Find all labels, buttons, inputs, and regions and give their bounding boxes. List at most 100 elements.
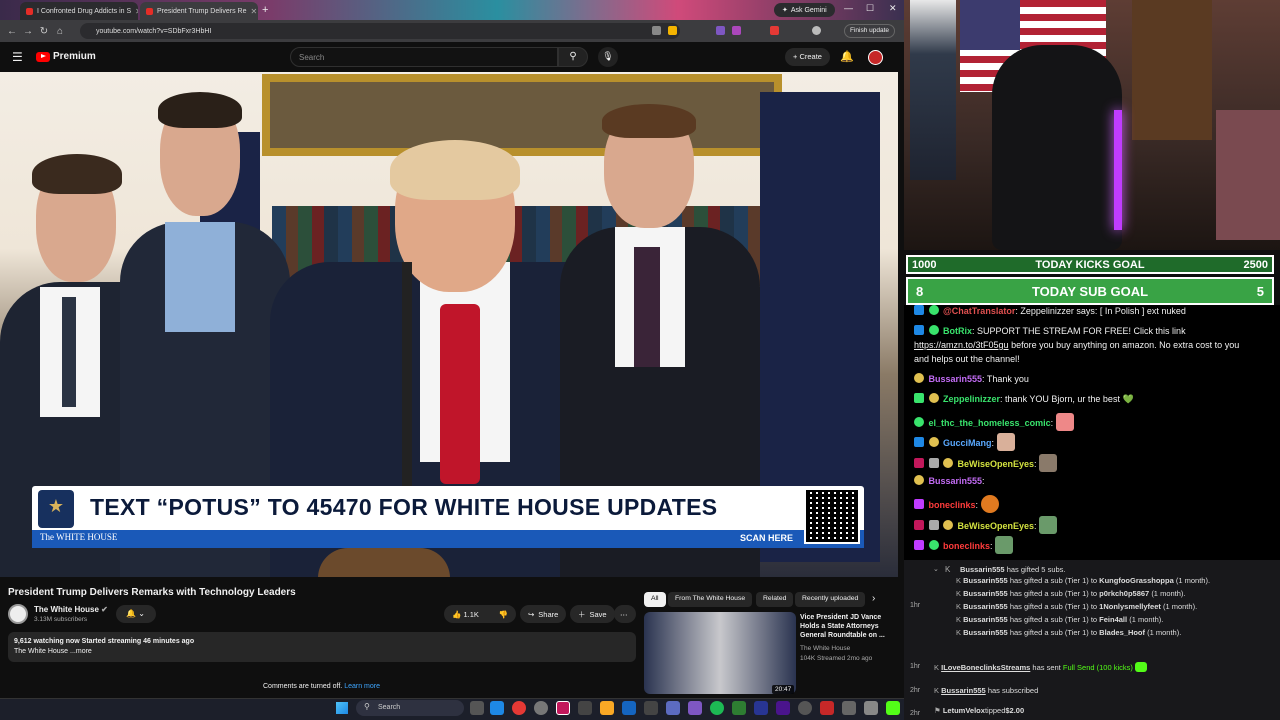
gift-event: K Bussarin555 has gifted a sub (Tier 1) … xyxy=(956,628,1182,637)
chip-recently-uploaded[interactable]: Recently uploaded xyxy=(795,592,865,607)
microphone-icon[interactable]: 🎙 xyxy=(598,47,618,67)
save-icon: ＋ xyxy=(578,609,586,619)
tab-president-trump[interactable]: President Trump Delivers Re ✕ xyxy=(140,2,258,20)
app-icon[interactable] xyxy=(688,701,702,715)
app-icon[interactable] xyxy=(578,701,592,715)
app-icon[interactable] xyxy=(644,701,658,715)
related-video-title[interactable]: Vice President JD Vance Holds a State At… xyxy=(800,613,895,640)
chat-username[interactable]: Bussarin555 xyxy=(929,374,983,384)
learn-more-link[interactable]: Learn more xyxy=(344,683,380,690)
related-video-thumbnail[interactable] xyxy=(644,612,796,694)
maps-icon[interactable] xyxy=(820,701,834,715)
like-button[interactable]: 👍 1.1K xyxy=(452,610,479,619)
finish-update-button[interactable]: Finish update xyxy=(844,24,896,38)
chat-username[interactable]: Bussarin555 xyxy=(929,476,983,486)
chat-username[interactable]: BotRix xyxy=(943,326,972,336)
tip-event: ⚑ LetumVeloxtipped$2.00 xyxy=(934,706,1025,715)
video-player[interactable]: ★ TEXT “POTUS” TO 45470 FOR WHITE HOUSE … xyxy=(0,72,898,577)
collapse-chevron-icon[interactable]: ⌄ xyxy=(933,565,939,573)
subscription-bell-button[interactable]: 🔔 ⌄ xyxy=(116,605,156,623)
url-field[interactable]: youtube.com/watch?v=SDbFxr3HbHI xyxy=(80,23,680,39)
close-window-icon[interactable]: ✕ xyxy=(889,3,897,14)
more-actions-icon[interactable]: ⋯ xyxy=(614,605,636,623)
couch xyxy=(1216,110,1280,240)
kick-k-icon: K xyxy=(956,576,962,585)
webcam-feed xyxy=(904,0,1280,250)
white-house-seal-icon: ★ xyxy=(38,490,74,528)
extension-icon[interactable] xyxy=(716,26,725,35)
home-icon[interactable]: ⌂ xyxy=(52,26,68,37)
description-box[interactable]: 9,612 watching now Started streaming 46 … xyxy=(8,632,636,662)
forward-icon[interactable]: → xyxy=(20,26,36,37)
app-icon[interactable] xyxy=(732,701,746,715)
reload-icon[interactable]: ↻ xyxy=(36,26,52,37)
windows-start-icon[interactable] xyxy=(336,702,348,714)
chat-message: Bussarin555: xyxy=(914,475,1274,488)
discord-icon[interactable] xyxy=(666,701,680,715)
file-explorer-icon[interactable] xyxy=(600,701,614,715)
minimize-icon[interactable]: — xyxy=(844,3,853,13)
kick-icon[interactable] xyxy=(886,701,900,715)
bookmark-star-icon[interactable] xyxy=(668,26,677,35)
ask-gemini-button[interactable]: ✦ Ask Gemini xyxy=(774,3,835,17)
chip-all[interactable]: All xyxy=(644,592,666,607)
app-icon[interactable] xyxy=(534,701,548,715)
profile-avatar[interactable] xyxy=(812,26,821,35)
chat-username[interactable]: @ChatTranslator xyxy=(943,306,1015,316)
search-icon[interactable]: ⚲ xyxy=(558,47,588,67)
chat-username[interactable]: BeWiseOpenEyes xyxy=(958,459,1034,469)
gift-event: K Bussarin555 has gifted a sub (Tier 1) … xyxy=(956,576,1211,585)
edge-icon[interactable] xyxy=(490,701,504,715)
extension-icon[interactable] xyxy=(652,26,661,35)
chat-username[interactable]: boneclinks xyxy=(943,541,990,551)
maximize-icon[interactable]: ☐ xyxy=(866,3,874,14)
chat-username[interactable]: GucciMang xyxy=(943,438,992,448)
back-icon[interactable]: ← xyxy=(4,26,20,37)
channel-avatar[interactable] xyxy=(8,604,28,624)
chip-related[interactable]: Related xyxy=(756,592,794,607)
chip-from-white-house[interactable]: From The White House xyxy=(668,592,753,607)
youtube-logo[interactable]: Premium xyxy=(36,51,96,62)
steam-icon[interactable] xyxy=(622,701,636,715)
gifter-badge-icon xyxy=(943,520,954,530)
notifications-bell-icon[interactable]: 🔔 xyxy=(840,50,854,63)
chat-username[interactable]: boneclinks xyxy=(929,500,976,510)
kick-k-icon: K xyxy=(956,628,962,637)
tab-drug-addicts[interactable]: I Confronted Drug Addicts in S ✕ xyxy=(20,2,138,20)
dislike-icon[interactable]: 👎 xyxy=(499,610,508,619)
close-tab-icon[interactable]: ✕ xyxy=(135,7,138,16)
premiere-icon[interactable] xyxy=(776,701,790,715)
gift-badge-icon xyxy=(928,458,939,468)
chat-username[interactable]: el_thc_the_homeless_comic xyxy=(929,418,1051,428)
search-input[interactable]: Search xyxy=(290,47,558,67)
save-button[interactable]: ＋ Save xyxy=(570,605,615,623)
extension-icon[interactable] xyxy=(732,26,741,35)
banner-brand: The WHITE HOUSE xyxy=(40,532,118,542)
hamburger-menu-icon[interactable]: ☰ xyxy=(12,50,23,64)
chrome-icon[interactable] xyxy=(512,701,526,715)
create-button[interactable]: + Create xyxy=(785,48,830,66)
app-icon[interactable] xyxy=(842,701,856,715)
taskbar-search[interactable]: ⚲ Search xyxy=(356,700,464,716)
app-icon[interactable] xyxy=(754,701,768,715)
amazon-link[interactable]: https://amzn.to/3tF05gu xyxy=(914,340,1009,350)
task-view-icon[interactable] xyxy=(470,701,484,715)
new-tab-icon[interactable]: + xyxy=(262,4,268,16)
account-avatar[interactable] xyxy=(868,50,883,65)
sub-goal-bar: 8 TODAY SUB GOAL 5 xyxy=(906,277,1274,305)
event-time: 1hr xyxy=(910,663,921,670)
chat-username[interactable]: Zeppelinizzer xyxy=(943,394,1000,404)
spotify-icon[interactable] xyxy=(710,701,724,715)
close-tab-icon[interactable]: ✕ xyxy=(250,7,257,16)
kick-k-icon: K xyxy=(934,663,940,672)
app-icon[interactable] xyxy=(798,701,812,715)
extension-icon[interactable] xyxy=(770,26,779,35)
chat-username[interactable]: BeWiseOpenEyes xyxy=(958,521,1034,531)
app-icon[interactable] xyxy=(864,701,878,715)
share-button[interactable]: ↪ Share xyxy=(520,605,567,623)
obs-icon[interactable] xyxy=(556,701,570,715)
chevron-right-icon[interactable]: › xyxy=(872,593,875,604)
kick-k-icon: K xyxy=(934,686,940,695)
channel-name[interactable]: The White House ✔ xyxy=(34,605,108,614)
share-icon: ↪ xyxy=(528,609,535,619)
